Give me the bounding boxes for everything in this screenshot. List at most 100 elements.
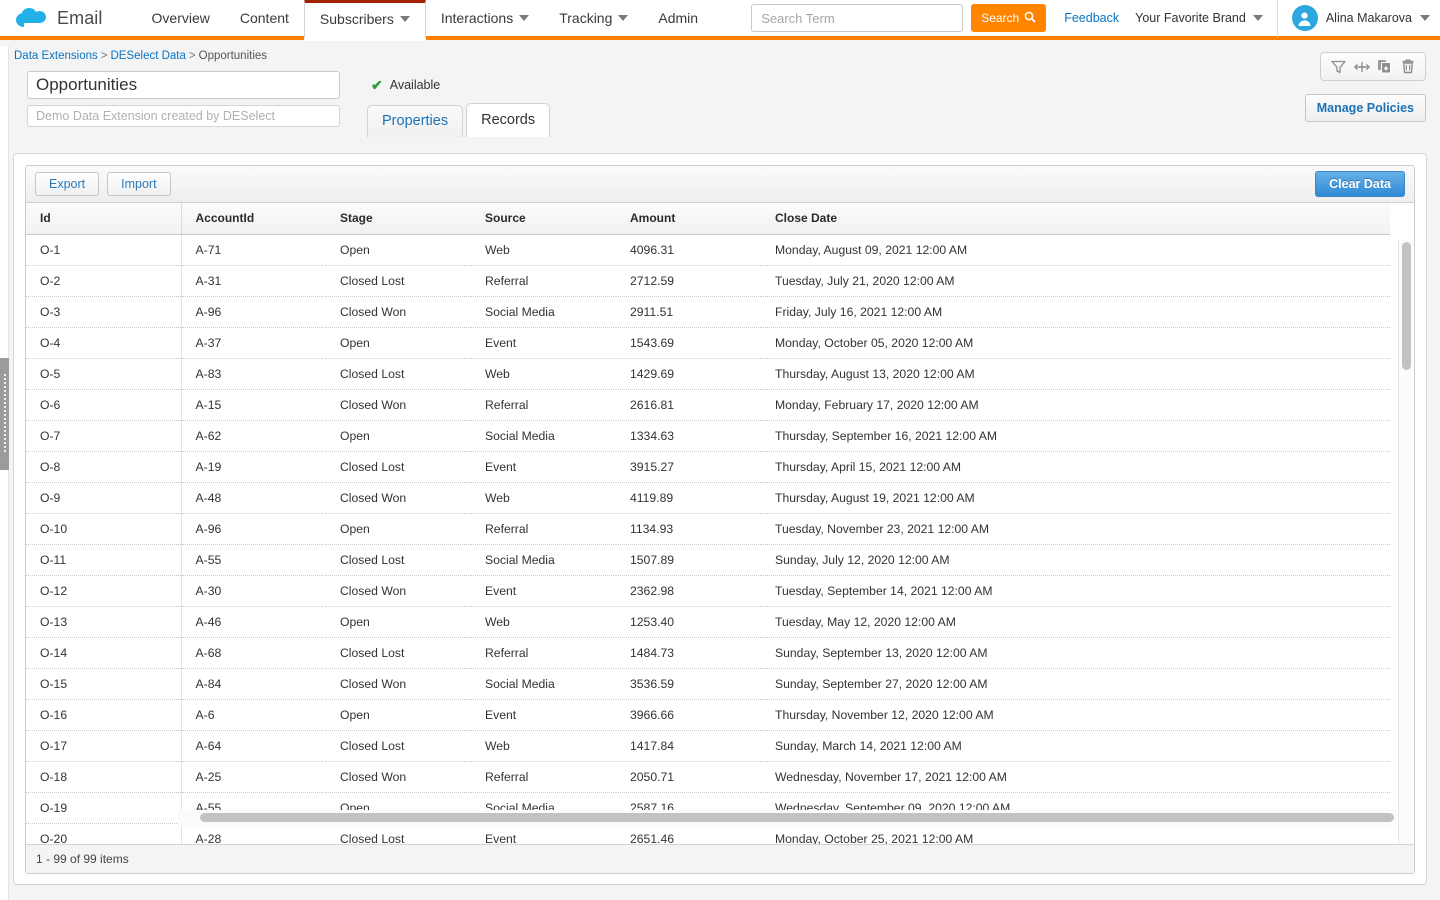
breadcrumb-item-deselect-data[interactable]: DESelect Data bbox=[110, 50, 185, 62]
table-row[interactable]: O-13A-46OpenWeb1253.40Tuesday, May 12, 2… bbox=[26, 607, 1390, 638]
cell-id: O-8 bbox=[26, 452, 181, 483]
status-and-tabs: ✔ Available Properties Records bbox=[367, 71, 553, 137]
column-header-source[interactable]: Source bbox=[471, 203, 616, 235]
cell-close-date: Monday, February 17, 2020 12:00 AM bbox=[761, 390, 1390, 421]
table-body: O-1A-71OpenWeb4096.31Monday, August 09, … bbox=[26, 235, 1390, 875]
grid-footer: 1 - 99 of 99 items bbox=[26, 844, 1414, 873]
clear-data-button[interactable]: Clear Data bbox=[1315, 171, 1405, 197]
item-count-label: 1 - 99 of 99 items bbox=[36, 852, 129, 866]
header-icon-group bbox=[1320, 52, 1426, 81]
search-input[interactable] bbox=[751, 4, 963, 32]
breadcrumb-item-data-extensions[interactable]: Data Extensions bbox=[14, 50, 98, 62]
cell-source: Event bbox=[471, 576, 616, 607]
table-row[interactable]: O-5A-83Closed LostWeb1429.69Thursday, Au… bbox=[26, 359, 1390, 390]
table-row[interactable]: O-7A-62OpenSocial Media1334.63Thursday, … bbox=[26, 421, 1390, 452]
grid-toolbar: Export Import Clear Data bbox=[26, 166, 1414, 203]
data-extension-name-input[interactable] bbox=[27, 71, 340, 99]
cell-stage: Closed Won bbox=[326, 297, 471, 328]
filter-icon[interactable] bbox=[1329, 57, 1348, 76]
cell-source: Referral bbox=[471, 638, 616, 669]
cell-stage: Closed Lost bbox=[326, 545, 471, 576]
name-column bbox=[27, 71, 347, 127]
cell-accountid: A-96 bbox=[181, 514, 326, 545]
table-row[interactable]: O-15A-84Closed WonSocial Media3536.59Sun… bbox=[26, 669, 1390, 700]
tab-properties[interactable]: Properties bbox=[367, 105, 463, 137]
cloud-icon bbox=[14, 7, 48, 29]
vertical-scrollbar[interactable] bbox=[1398, 240, 1413, 855]
cell-accountid: A-6 bbox=[181, 700, 326, 731]
table-row[interactable]: O-17A-64Closed LostWeb1417.84Sunday, Mar… bbox=[26, 731, 1390, 762]
cell-source: Social Media bbox=[471, 297, 616, 328]
table-row[interactable]: O-14A-68Closed LostReferral1484.73Sunday… bbox=[26, 638, 1390, 669]
column-header-close-date[interactable]: Close Date bbox=[761, 203, 1390, 235]
header-row: ✔ Available Properties Records bbox=[14, 71, 1440, 137]
cell-source: Web bbox=[471, 731, 616, 762]
tab-label: Records bbox=[481, 112, 535, 128]
left-panel-resize-handle[interactable] bbox=[0, 358, 9, 470]
cell-close-date: Thursday, August 13, 2020 12:00 AM bbox=[761, 359, 1390, 390]
avatar bbox=[1292, 5, 1318, 31]
nav-label: Admin bbox=[658, 10, 698, 26]
data-extension-description-input[interactable] bbox=[27, 105, 340, 127]
cell-amount: 2362.98 bbox=[616, 576, 761, 607]
cell-id: O-3 bbox=[26, 297, 181, 328]
trash-icon[interactable] bbox=[1398, 57, 1417, 76]
horizontal-scrollbar-thumb[interactable] bbox=[200, 813, 1394, 822]
table-row[interactable]: O-4A-37OpenEvent1543.69Monday, October 0… bbox=[26, 328, 1390, 359]
cell-stage: Open bbox=[326, 700, 471, 731]
table-row[interactable]: O-16A-6OpenEvent3966.66Thursday, Novembe… bbox=[26, 700, 1390, 731]
cell-id: O-10 bbox=[26, 514, 181, 545]
cell-close-date: Wednesday, November 17, 2021 12:00 AM bbox=[761, 762, 1390, 793]
nav-item-admin[interactable]: Admin bbox=[643, 0, 713, 38]
nav-item-content[interactable]: Content bbox=[225, 0, 304, 38]
cell-close-date: Thursday, April 15, 2021 12:00 AM bbox=[761, 452, 1390, 483]
table-row[interactable]: O-1A-71OpenWeb4096.31Monday, August 09, … bbox=[26, 235, 1390, 266]
table-row[interactable]: O-8A-19Closed LostEvent3915.27Thursday, … bbox=[26, 452, 1390, 483]
import-button[interactable]: Import bbox=[107, 172, 170, 196]
brand-logo[interactable]: Email bbox=[14, 7, 103, 29]
duplicate-icon[interactable] bbox=[1375, 57, 1394, 76]
table-row[interactable]: O-9A-48Closed WonWeb4119.89Thursday, Aug… bbox=[26, 483, 1390, 514]
cell-accountid: A-19 bbox=[181, 452, 326, 483]
cell-accountid: A-64 bbox=[181, 731, 326, 762]
tab-records[interactable]: Records bbox=[466, 103, 550, 137]
column-header-accountid[interactable]: AccountId bbox=[181, 203, 326, 235]
column-header-amount[interactable]: Amount bbox=[616, 203, 761, 235]
cell-id: O-5 bbox=[26, 359, 181, 390]
table-row[interactable]: O-11A-55Closed LostSocial Media1507.89Su… bbox=[26, 545, 1390, 576]
cell-accountid: A-84 bbox=[181, 669, 326, 700]
column-header-stage[interactable]: Stage bbox=[326, 203, 471, 235]
feedback-link[interactable]: Feedback bbox=[1064, 11, 1119, 25]
tab-label: Properties bbox=[382, 113, 448, 129]
table-row[interactable]: O-2A-31Closed LostReferral2712.59Tuesday… bbox=[26, 266, 1390, 297]
nav-item-tracking[interactable]: Tracking bbox=[544, 0, 643, 38]
search-button[interactable]: Search bbox=[971, 4, 1046, 32]
cell-close-date: Sunday, September 13, 2020 12:00 AM bbox=[761, 638, 1390, 669]
nav-item-interactions[interactable]: Interactions bbox=[426, 0, 544, 38]
export-button[interactable]: Export bbox=[35, 172, 99, 196]
horizontal-scrollbar[interactable] bbox=[178, 810, 1397, 826]
cell-source: Web bbox=[471, 235, 616, 266]
nav-item-overview[interactable]: Overview bbox=[137, 0, 225, 38]
table-row[interactable]: O-18A-25Closed WonReferral2050.71Wednesd… bbox=[26, 762, 1390, 793]
cell-stage: Closed Won bbox=[326, 576, 471, 607]
user-menu[interactable]: Alina Makarova bbox=[1292, 5, 1430, 31]
table-row[interactable]: O-12A-30Closed WonEvent2362.98Tuesday, S… bbox=[26, 576, 1390, 607]
table-row[interactable]: O-6A-15Closed WonReferral2616.81Monday, … bbox=[26, 390, 1390, 421]
manage-policies-button[interactable]: Manage Policies bbox=[1305, 94, 1426, 122]
vertical-scrollbar-thumb[interactable] bbox=[1402, 242, 1411, 370]
cell-close-date: Monday, October 05, 2020 12:00 AM bbox=[761, 328, 1390, 359]
cell-stage: Closed Won bbox=[326, 762, 471, 793]
cell-accountid: A-25 bbox=[181, 762, 326, 793]
cell-source: Social Media bbox=[471, 545, 616, 576]
cell-source: Referral bbox=[471, 266, 616, 297]
nav-item-subscribers[interactable]: Subscribers bbox=[304, 0, 426, 38]
resize-columns-icon[interactable] bbox=[1352, 57, 1371, 76]
table-row[interactable]: O-3A-96Closed WonSocial Media2911.51Frid… bbox=[26, 297, 1390, 328]
column-header-id[interactable]: Id bbox=[26, 203, 181, 235]
cell-amount: 4119.89 bbox=[616, 483, 761, 514]
table-row[interactable]: O-10A-96OpenReferral1134.93Tuesday, Nove… bbox=[26, 514, 1390, 545]
cell-id: O-6 bbox=[26, 390, 181, 421]
brand-selector[interactable]: Your Favorite Brand bbox=[1135, 11, 1263, 25]
breadcrumb-item-current: Opportunities bbox=[199, 50, 267, 62]
